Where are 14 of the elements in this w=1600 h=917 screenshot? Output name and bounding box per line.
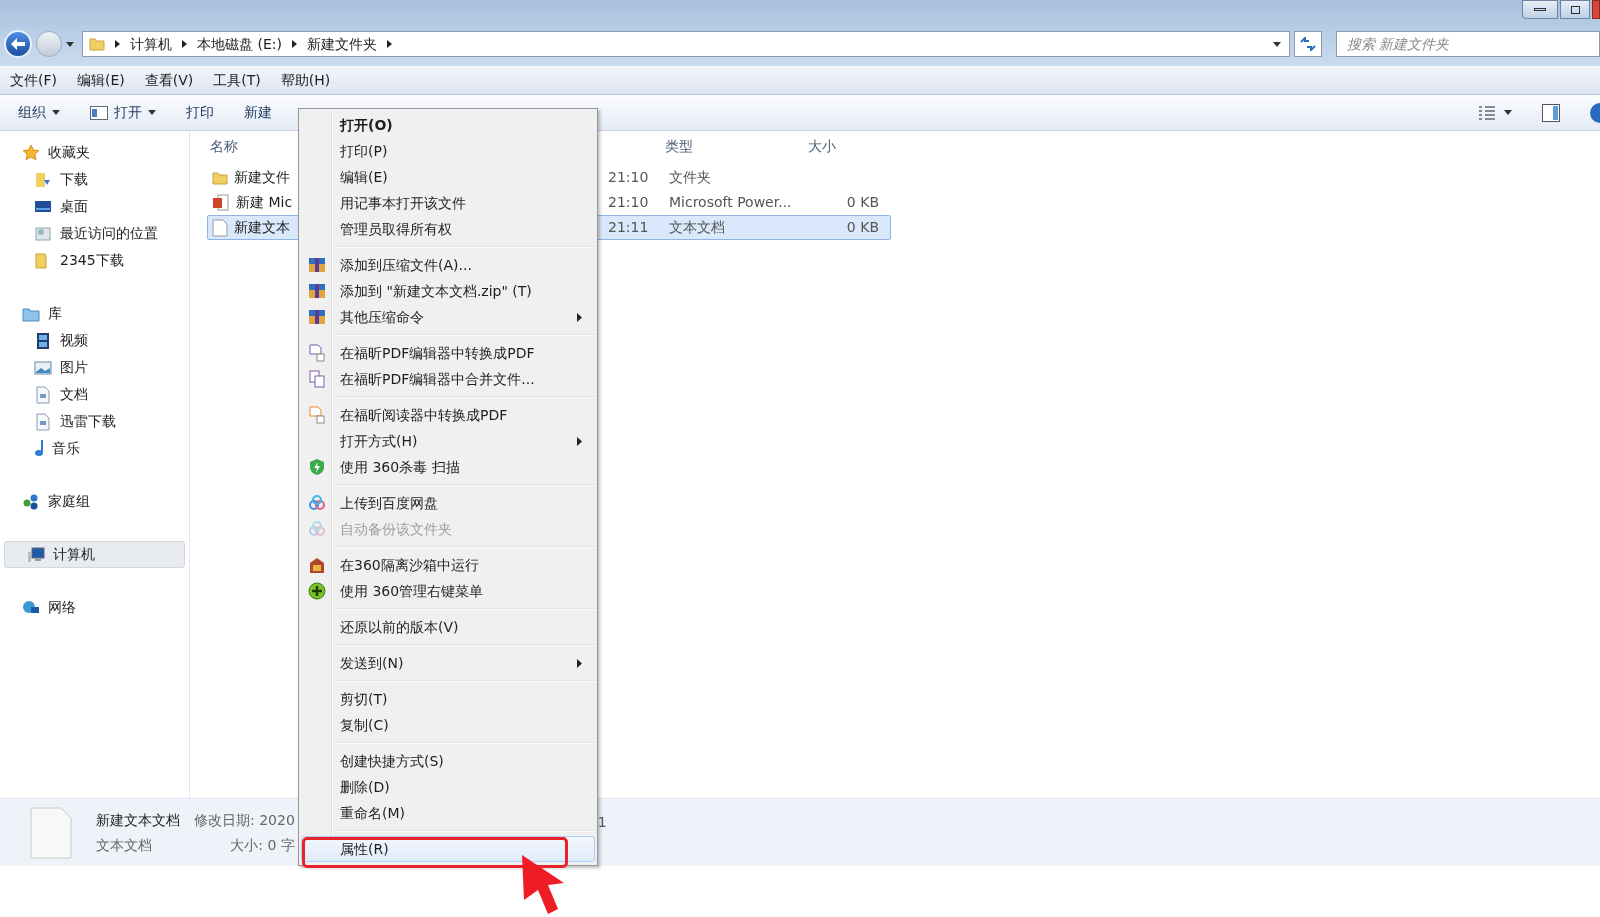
details-size: 大小: 0 字: [230, 835, 295, 855]
details-file-type: 文本文档: [96, 835, 153, 855]
file-time: 21:11: [608, 218, 650, 237]
details-file-name: 新建文本文档: [96, 810, 181, 830]
file-time: 21:10: [608, 193, 650, 212]
file-type: 文件夹: [669, 168, 712, 187]
file-size: 0 KB: [845, 193, 879, 212]
details-modified: 修改日期: 2020: [194, 810, 295, 830]
file-name: 新建文本: [234, 218, 290, 237]
file-size: 0 KB: [845, 218, 879, 237]
file-type: 文本文档: [669, 218, 726, 237]
file-type: Microsoft Power...: [669, 193, 793, 212]
file-time: 21:10: [608, 168, 650, 187]
details-text: 1: [597, 813, 607, 832]
